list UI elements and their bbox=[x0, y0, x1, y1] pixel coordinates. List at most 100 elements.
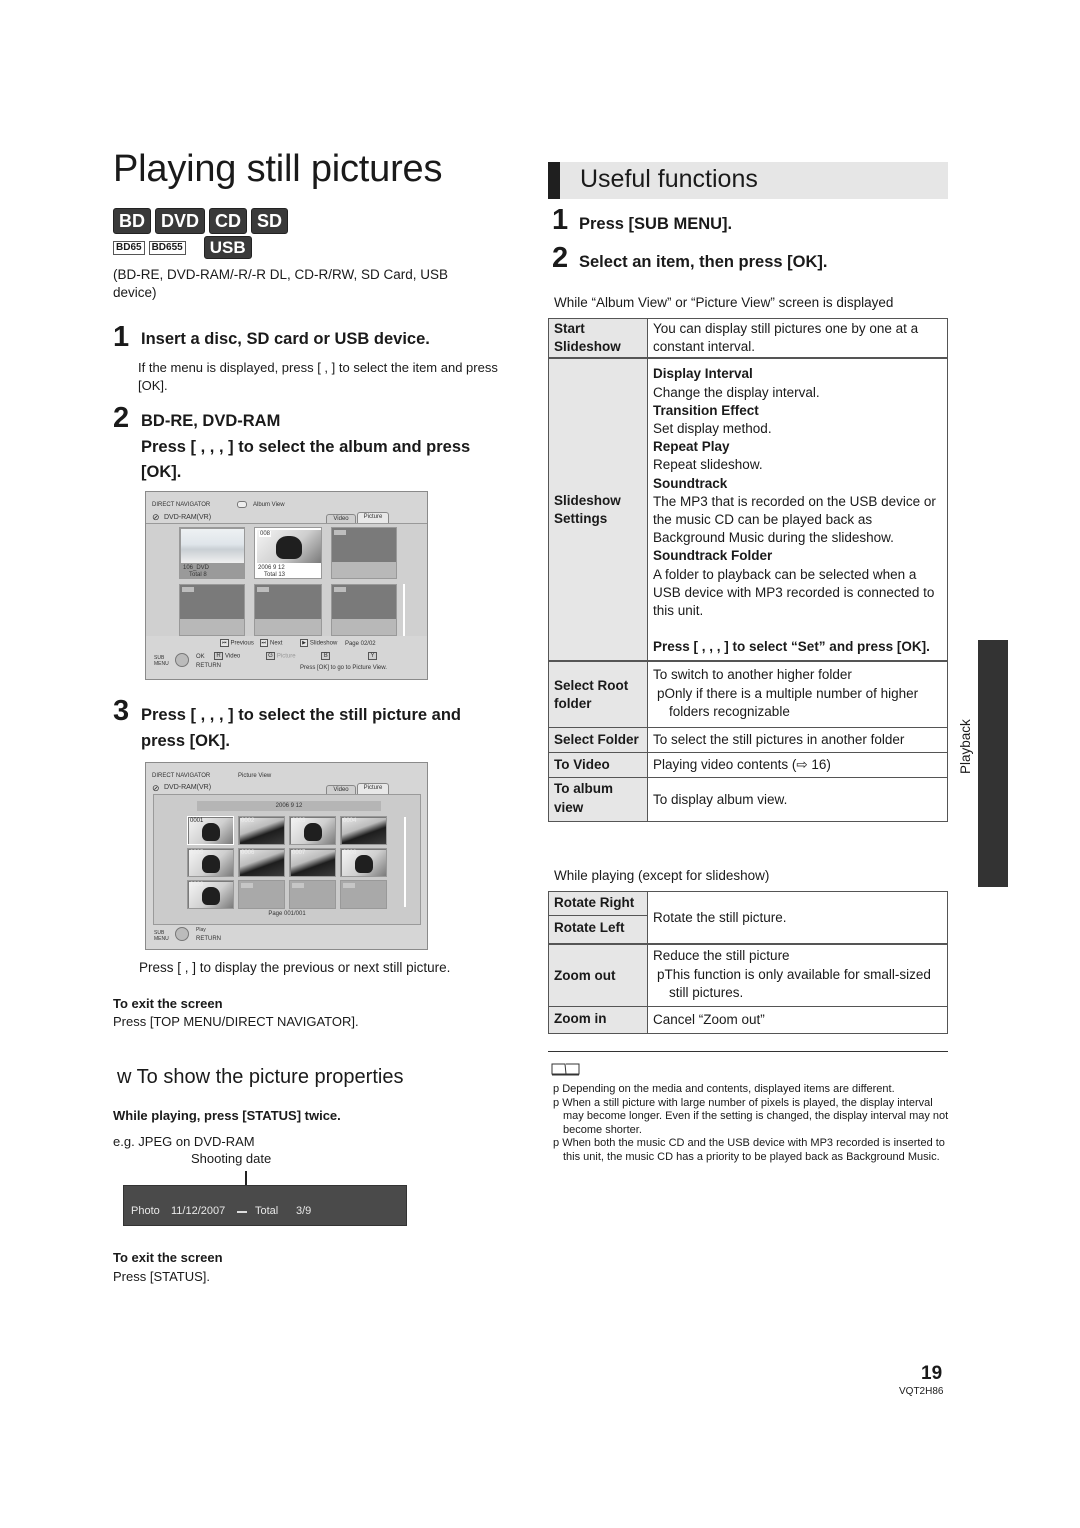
picture-thumb-empty[interactable] bbox=[289, 880, 336, 909]
doc-code: VQT2H86 bbox=[899, 1386, 944, 1397]
properties-example: e.g. JPEG on DVD-RAM bbox=[113, 1134, 255, 1149]
ok-label: OK bbox=[196, 654, 205, 660]
red-key: R bbox=[214, 652, 223, 660]
scrollbar[interactable] bbox=[404, 817, 406, 907]
screen-hint: Press [OK] to go to Picture View. bbox=[300, 665, 387, 671]
table-row: Zoom in Cancel “Zoom out” bbox=[548, 1006, 948, 1035]
previous-label: Previous bbox=[230, 640, 254, 647]
picture-thumb[interactable]: 0005 bbox=[187, 848, 234, 877]
green-key: G bbox=[265, 652, 275, 660]
status-type: Photo bbox=[131, 1205, 160, 1217]
function-desc: Cancel “Zoom out” bbox=[647, 1006, 948, 1035]
note-item: p Depending on the media and contents, d… bbox=[553, 1083, 895, 1095]
function-desc: Reduce the still picture bbox=[653, 948, 790, 964]
disc-icon: ⊘ bbox=[152, 512, 160, 522]
picture-thumb[interactable]: 0003 bbox=[289, 816, 336, 845]
picture-view-screen: DIRECT NAVIGATOR Picture View ⊘ DVD-RAM(… bbox=[145, 762, 428, 950]
album-thumb-empty[interactable] bbox=[254, 584, 322, 636]
picture-thumb-empty[interactable] bbox=[238, 880, 285, 909]
scrollbar[interactable] bbox=[403, 584, 405, 636]
page-title: Playing still pictures bbox=[113, 148, 443, 190]
next-icon: ⏭ bbox=[259, 639, 269, 647]
bullet-icon: p bbox=[657, 966, 665, 982]
properties-instruction: While playing, press [STATUS] twice. bbox=[113, 1108, 341, 1123]
red-key-label: Video bbox=[225, 653, 241, 660]
step-2-subheading: BD-RE, DVD-RAM bbox=[141, 412, 281, 430]
picture-grid-panel: 2006 9 12 0001 0002 0003 0004 0005 0006 0007 00… bbox=[153, 794, 421, 925]
screen-header: DIRECT NAVIGATOR bbox=[152, 502, 211, 508]
screen-source: DVD-RAM(VR) bbox=[164, 514, 212, 521]
exit-body: Press [TOP MENU/DIRECT NAVIGATOR]. bbox=[113, 1014, 359, 1029]
album-date: 2006 9 12 bbox=[258, 565, 285, 571]
sub-menu-label: SUB MENU bbox=[154, 930, 169, 942]
function-key: Zoom in bbox=[548, 1006, 648, 1035]
picture-thumb-empty[interactable] bbox=[340, 880, 387, 909]
setting-desc: A folder to playback can be selected whe… bbox=[653, 566, 935, 619]
functions-table-album: Start Slideshow You can display still pi… bbox=[548, 318, 948, 822]
slideshow-label: Slideshow bbox=[309, 640, 338, 647]
setting-title: Soundtrack Folder bbox=[653, 548, 773, 564]
nav-row: ⏮ Previous ⏭ Next ▶ Slideshow Page 02/02 bbox=[220, 639, 376, 647]
play-icon: ▶ bbox=[300, 639, 308, 647]
disc-icon: ⊘ bbox=[152, 783, 160, 793]
function-key: Select Folder bbox=[548, 727, 648, 754]
picture-number: 0001 bbox=[190, 818, 204, 824]
status-bar: Photo 11/12/2007 Total 3/9 bbox=[123, 1185, 407, 1226]
album-thumb-empty[interactable] bbox=[331, 527, 397, 579]
function-note: Only if there is a multiple number of hi… bbox=[664, 685, 919, 719]
picture-number: 0006 bbox=[241, 850, 255, 856]
picture-number: 0003 bbox=[292, 818, 306, 824]
table-row: Start Slideshow You can display still pi… bbox=[548, 318, 948, 359]
badge-dvd: DVD bbox=[155, 208, 206, 234]
setting-footer: Press [ , , , ] to select “Set” and pres… bbox=[653, 639, 930, 655]
properties-heading: w To show the picture properties bbox=[117, 1066, 404, 1088]
album-thumb[interactable]: 106_DVD Total 8 bbox=[179, 527, 245, 579]
picture-thumb[interactable]: 0004 bbox=[340, 816, 387, 845]
function-key: Zoom out bbox=[548, 943, 648, 1008]
album-tag: 008 bbox=[259, 531, 272, 537]
table-row: Zoom out Reduce the still picture pThis … bbox=[548, 943, 948, 1008]
album-thumb-selected[interactable]: 008 2006 9 12 Total 13 bbox=[254, 527, 322, 579]
function-desc: You can display still pictures one by on… bbox=[647, 318, 948, 359]
setting-title: Display Interval bbox=[653, 366, 753, 382]
table-row: Select Folder To select the still pictur… bbox=[548, 727, 948, 754]
section-header: Useful functions bbox=[548, 162, 948, 199]
picture-number: 0002 bbox=[241, 818, 255, 824]
album-thumb-empty[interactable] bbox=[179, 584, 245, 636]
function-desc: To display album view. bbox=[647, 777, 948, 822]
blue-key: B bbox=[321, 652, 331, 660]
setting-desc: Repeat slideshow. bbox=[653, 457, 763, 473]
picture-thumb[interactable]: 0006 bbox=[238, 848, 285, 877]
chapter-tab bbox=[978, 640, 1008, 887]
badge-bd65: BD65 bbox=[113, 240, 145, 255]
picture-thumb[interactable]: 0008 bbox=[340, 848, 387, 877]
step-3-heading: Press [ , , , ] to select the still pict… bbox=[141, 706, 462, 750]
date-bar: 2006 9 12 bbox=[197, 801, 381, 811]
setting-title: Transition Effect bbox=[653, 402, 759, 418]
step-1-heading: Insert a disc, SD card or USB device. bbox=[141, 330, 430, 348]
badge-bd655: BD655 bbox=[148, 240, 186, 255]
table-row: To Video Playing video contents (⇨ 16) bbox=[548, 752, 948, 779]
badge-bd: BD bbox=[113, 208, 151, 234]
exit-title: To exit the screen bbox=[113, 1250, 223, 1265]
section-title: Useful functions bbox=[580, 165, 758, 193]
table-row: To album view To display album view. bbox=[548, 777, 948, 822]
album-thumb-empty[interactable] bbox=[331, 584, 397, 636]
functions-table-playing: Rotate Right Rotate the still picture. R… bbox=[548, 890, 948, 1035]
function-key: Rotate Left bbox=[548, 915, 648, 945]
picture-thumb[interactable]: 0002 bbox=[238, 816, 285, 845]
return-label: RETURN bbox=[196, 663, 221, 669]
notes-list: p Depending on the media and contents, d… bbox=[553, 1083, 953, 1165]
screen-view-name: Album View bbox=[253, 502, 285, 508]
picture-thumb[interactable]: 0009 bbox=[187, 880, 234, 909]
step-2-number: 2 bbox=[113, 402, 130, 434]
setting-title: Repeat Play bbox=[653, 439, 730, 455]
picture-number: 0005 bbox=[190, 850, 204, 856]
step-1-number: 1 bbox=[113, 321, 130, 353]
picture-thumb[interactable]: 0007 bbox=[289, 848, 336, 877]
picture-number: 0008 bbox=[343, 850, 357, 856]
status-date: 11/12/2007 bbox=[171, 1205, 226, 1217]
badge-sd: SD bbox=[251, 208, 289, 234]
useful-step-2-number: 2 bbox=[552, 242, 569, 274]
picture-thumb[interactable]: 0001 bbox=[187, 816, 234, 845]
